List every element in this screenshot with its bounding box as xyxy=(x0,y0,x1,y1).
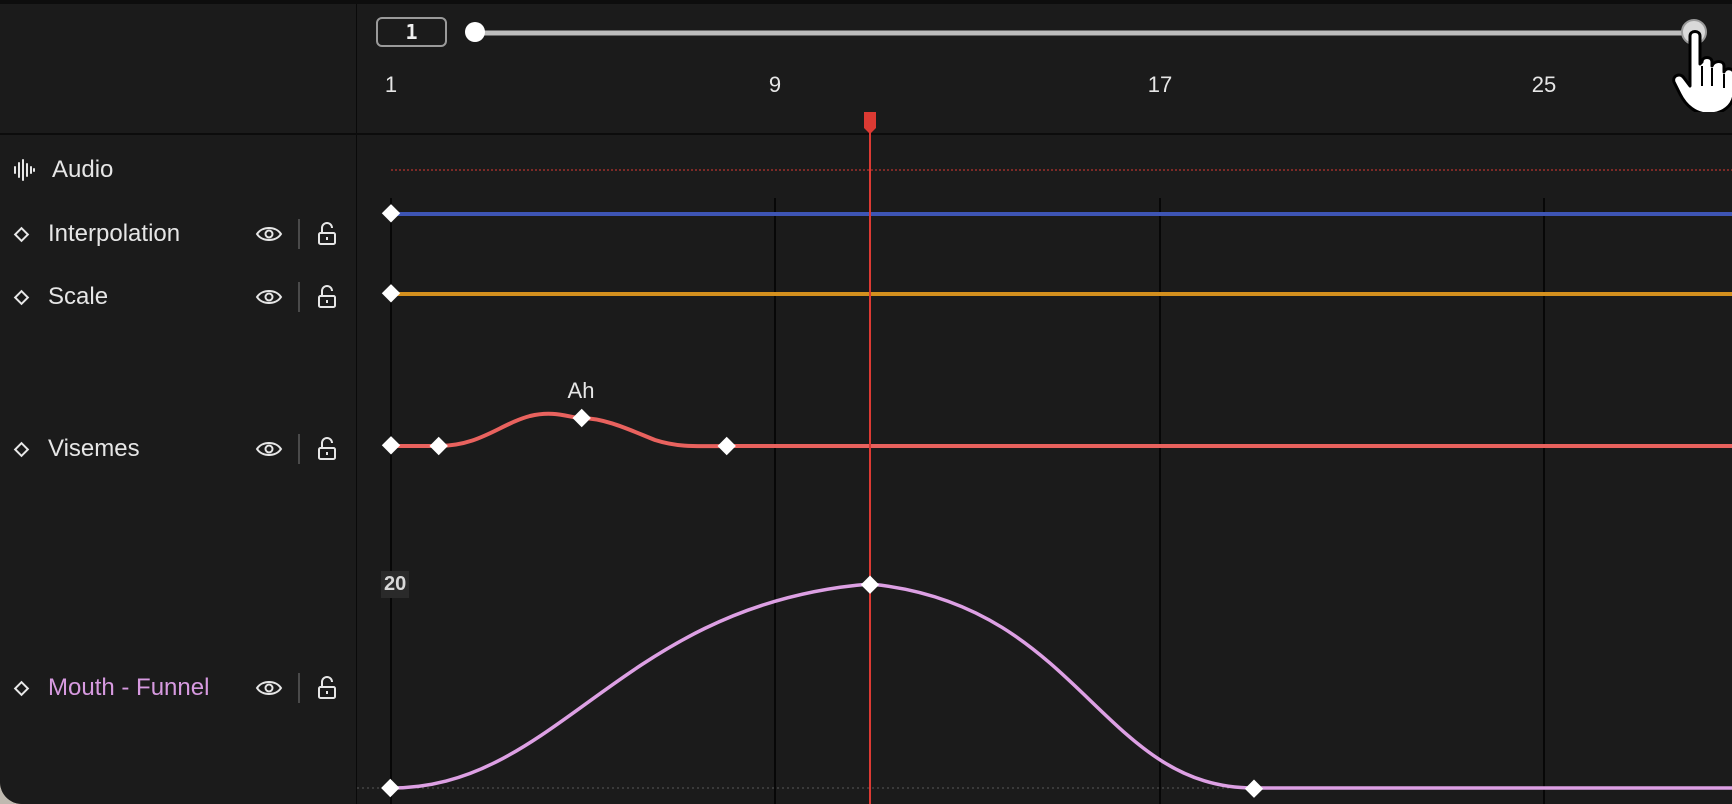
keyframe-diamond xyxy=(572,408,591,428)
mouth-funnel-curve xyxy=(390,582,1732,790)
keyframe-diamond xyxy=(381,204,401,223)
keyframe-diamond xyxy=(429,436,448,456)
ruler-tick-label: 25 xyxy=(1531,72,1557,97)
ruler-tick-label: 17 xyxy=(1147,72,1173,97)
hand-pointer-icon xyxy=(1672,30,1732,112)
keyframe-diamond xyxy=(860,575,880,594)
timeline-canvas[interactable] xyxy=(0,4,1732,804)
keyframe-diamond xyxy=(717,436,736,456)
ruler-tick-label: 9 xyxy=(768,72,782,97)
window-top-edge xyxy=(0,0,1732,4)
scrubber-start-handle xyxy=(465,22,485,42)
viseme-label: Ah xyxy=(567,378,595,403)
playhead-handle xyxy=(864,112,876,134)
keyframe-diamond xyxy=(1244,779,1264,798)
timeline-editor: Audio Interpolation Scale Visemes Mouth … xyxy=(0,4,1732,804)
frame-input[interactable]: 1 xyxy=(376,17,447,47)
ruler-tick-label: 1 xyxy=(384,72,398,97)
keyframe-diamond xyxy=(381,778,400,798)
keyframe-diamond xyxy=(381,436,401,455)
value-label: 20 xyxy=(381,571,410,598)
keyframe-diamond xyxy=(381,284,401,303)
visemes-curve xyxy=(391,411,1732,449)
